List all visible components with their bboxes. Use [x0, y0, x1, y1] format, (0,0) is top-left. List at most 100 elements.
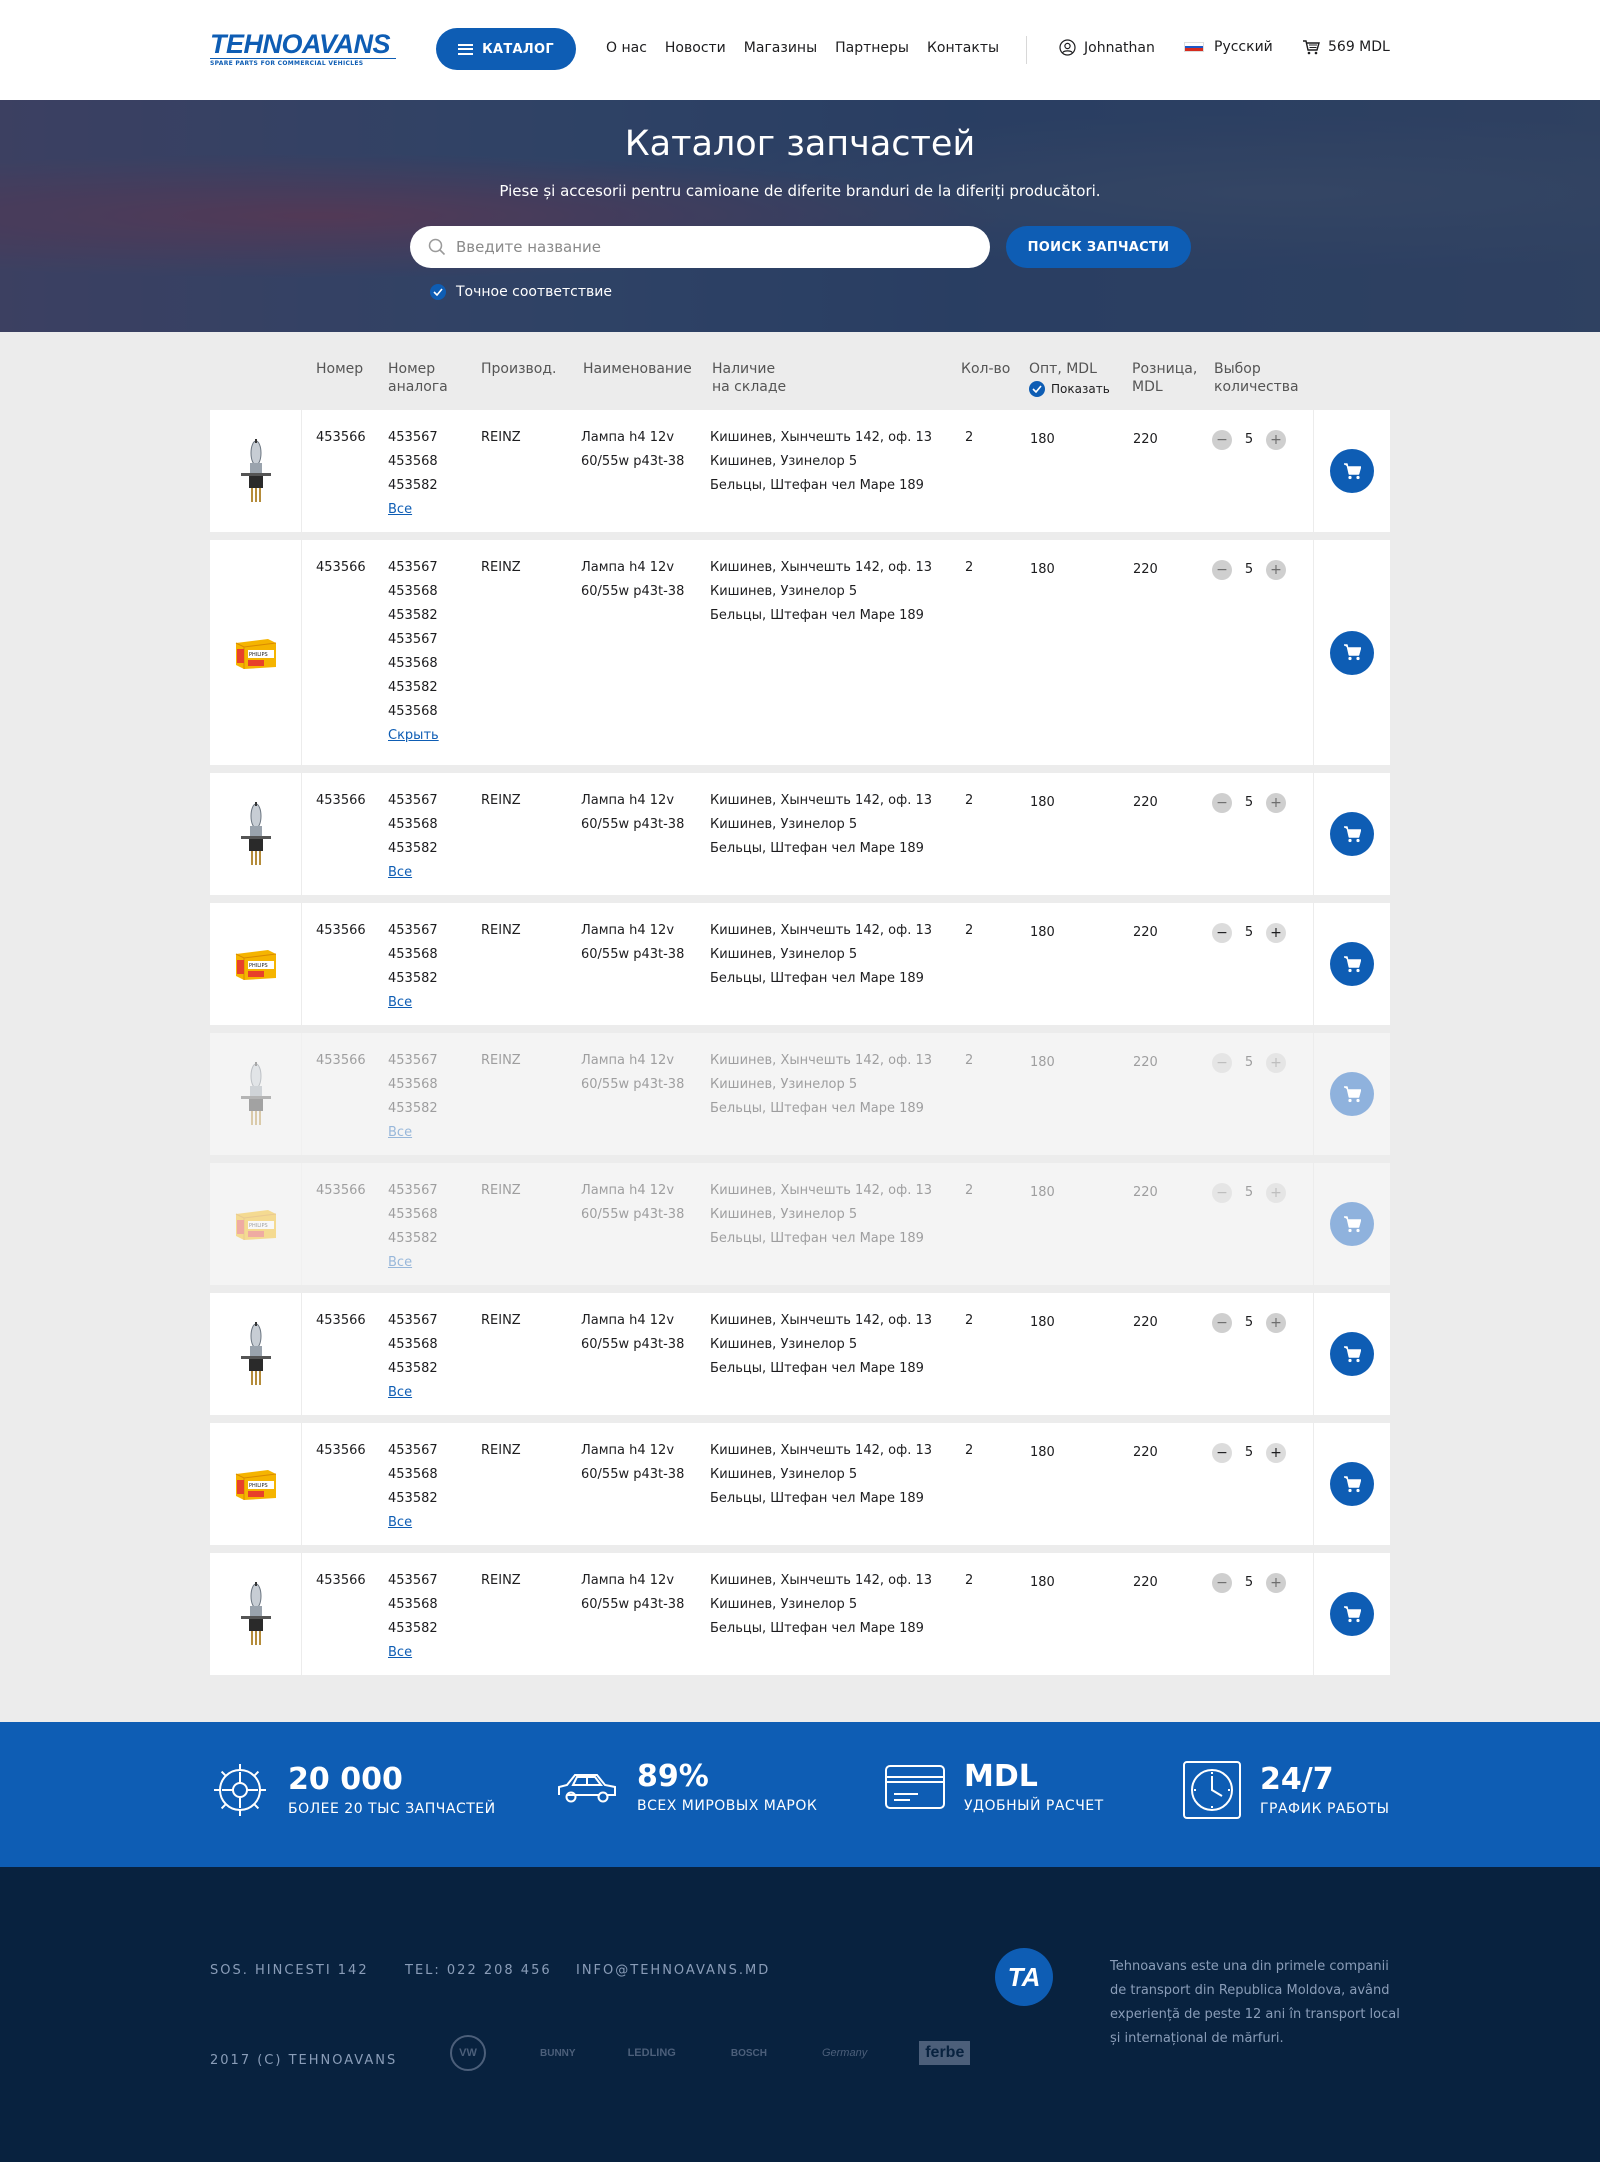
increase-qty-button[interactable]: + — [1266, 1313, 1286, 1333]
add-to-cart-button[interactable] — [1330, 449, 1374, 493]
analog-number[interactable]: 453568 — [388, 652, 439, 676]
decrease-qty-button[interactable]: − — [1212, 430, 1232, 450]
selected-qty[interactable]: 5 — [1242, 1181, 1256, 1205]
increase-qty-button[interactable]: + — [1266, 793, 1286, 813]
analog-number[interactable]: 453582 — [388, 676, 439, 700]
toggle-analogs-link[interactable]: Все — [388, 995, 412, 1010]
analog-number[interactable]: 453568 — [388, 700, 439, 724]
product-image[interactable]: PHILIPS — [210, 1163, 302, 1285]
analog-number[interactable]: 453582 — [388, 604, 439, 628]
increase-qty-button[interactable]: + — [1266, 1183, 1286, 1203]
cart-summary[interactable]: 569 MDL — [1302, 39, 1390, 55]
analog-number[interactable]: 453568 — [388, 1203, 438, 1227]
selected-qty[interactable]: 5 — [1242, 558, 1256, 582]
add-to-cart-button[interactable] — [1330, 630, 1374, 675]
decrease-qty-button[interactable]: − — [1212, 1443, 1232, 1463]
product-image[interactable] — [210, 410, 302, 532]
toggle-analogs-link[interactable]: Все — [388, 502, 412, 517]
toggle-analogs-link[interactable]: Все — [388, 1255, 412, 1270]
nav-partners[interactable]: Партнеры — [835, 40, 909, 56]
toggle-analogs-link[interactable]: Все — [388, 1515, 412, 1530]
analog-number[interactable]: 453568 — [388, 943, 438, 967]
selected-qty[interactable]: 5 — [1242, 791, 1256, 815]
increase-qty-button[interactable]: + — [1266, 560, 1286, 580]
add-to-cart-button[interactable] — [1330, 1072, 1374, 1116]
search-button[interactable]: ПОИСК ЗАПЧАСТИ — [1006, 226, 1191, 268]
analog-number[interactable]: 453582 — [388, 1097, 438, 1121]
product-image[interactable] — [210, 773, 302, 895]
increase-qty-button[interactable]: + — [1266, 1573, 1286, 1593]
logo[interactable]: TEHNOAVANS SPARE PARTS FOR COMMERCIAL VE… — [210, 31, 396, 67]
analog-number[interactable]: 453582 — [388, 967, 438, 991]
analog-number[interactable]: 453567 — [388, 1439, 438, 1463]
analog-number[interactable]: 453568 — [388, 813, 438, 837]
toggle-analogs-link[interactable]: Все — [388, 865, 412, 880]
add-to-cart-button[interactable] — [1330, 1202, 1374, 1246]
search-input[interactable] — [456, 238, 936, 256]
brand-germany[interactable]: Germany — [822, 2047, 867, 2059]
analog-number[interactable]: 453567 — [388, 1049, 438, 1073]
add-to-cart-button[interactable] — [1330, 942, 1374, 986]
analog-number[interactable]: 453567 — [388, 628, 439, 652]
analog-number[interactable]: 453582 — [388, 474, 438, 498]
footer-email[interactable]: INFO@TEHNOAVANS.MD — [576, 1963, 770, 1978]
add-to-cart-button[interactable] — [1330, 1332, 1374, 1376]
increase-qty-button[interactable]: + — [1266, 923, 1286, 943]
user-menu[interactable]: Johnathan — [1059, 39, 1155, 56]
decrease-qty-button[interactable]: − — [1212, 1313, 1232, 1333]
product-image[interactable]: PHILIPS — [210, 903, 302, 1025]
decrease-qty-button[interactable]: − — [1212, 1183, 1232, 1203]
brand-ferbe[interactable]: ferbe — [919, 2041, 971, 2065]
brand-bunny[interactable]: BUNNY — [540, 2048, 576, 2059]
nav-about[interactable]: О нас — [606, 40, 647, 56]
footer-logo[interactable]: TA — [995, 1948, 1053, 2006]
add-to-cart-button[interactable] — [1330, 1462, 1374, 1506]
decrease-qty-button[interactable]: − — [1212, 1573, 1232, 1593]
brand-ledling[interactable]: LEDLING — [628, 2047, 676, 2059]
brand-vw[interactable]: VW — [450, 2035, 486, 2071]
analog-number[interactable]: 453582 — [388, 837, 438, 861]
decrease-qty-button[interactable]: − — [1212, 560, 1232, 580]
decrease-qty-button[interactable]: − — [1212, 1053, 1232, 1073]
increase-qty-button[interactable]: + — [1266, 1053, 1286, 1073]
selected-qty[interactable]: 5 — [1242, 428, 1256, 452]
decrease-qty-button[interactable]: − — [1212, 923, 1232, 943]
product-image[interactable] — [210, 1033, 302, 1155]
analog-number[interactable]: 453568 — [388, 1463, 438, 1487]
analog-number[interactable]: 453568 — [388, 1333, 438, 1357]
analog-number[interactable]: 453567 — [388, 919, 438, 943]
footer-phone[interactable]: TEL: 022 208 456 — [405, 1963, 552, 1978]
analog-number[interactable]: 453567 — [388, 1569, 438, 1593]
analog-number[interactable]: 453567 — [388, 556, 439, 580]
analog-number[interactable]: 453582 — [388, 1227, 438, 1251]
toggle-analogs-link[interactable]: Все — [388, 1125, 412, 1140]
show-opt-toggle[interactable]: Показать — [1029, 380, 1110, 398]
analog-number[interactable]: 453568 — [388, 450, 438, 474]
analog-number[interactable]: 453567 — [388, 426, 438, 450]
selected-qty[interactable]: 5 — [1242, 1051, 1256, 1075]
analog-number[interactable]: 453568 — [388, 580, 439, 604]
analog-number[interactable]: 453567 — [388, 1179, 438, 1203]
analog-number[interactable]: 453567 — [388, 789, 438, 813]
selected-qty[interactable]: 5 — [1242, 1441, 1256, 1465]
analog-number[interactable]: 453568 — [388, 1593, 438, 1617]
increase-qty-button[interactable]: + — [1266, 1443, 1286, 1463]
analog-number[interactable]: 453567 — [388, 1309, 438, 1333]
increase-qty-button[interactable]: + — [1266, 430, 1286, 450]
add-to-cart-button[interactable] — [1330, 812, 1374, 856]
language-selector[interactable]: Русский — [1184, 39, 1273, 55]
nav-news[interactable]: Новости — [665, 40, 726, 56]
nav-contacts[interactable]: Контакты — [927, 40, 999, 56]
analog-number[interactable]: 453582 — [388, 1617, 438, 1641]
product-image[interactable]: PHILIPS — [210, 540, 302, 765]
brand-bosch[interactable]: BOSCH — [731, 2048, 767, 2059]
toggle-analogs-link[interactable]: Скрыть — [388, 728, 439, 743]
selected-qty[interactable]: 5 — [1242, 1571, 1256, 1595]
toggle-analogs-link[interactable]: Все — [388, 1385, 412, 1400]
exact-match-checkbox[interactable]: Точное соответствие — [430, 284, 612, 300]
catalog-button[interactable]: КАТАЛОГ — [436, 28, 576, 70]
product-image[interactable] — [210, 1553, 302, 1675]
decrease-qty-button[interactable]: − — [1212, 793, 1232, 813]
selected-qty[interactable]: 5 — [1242, 1311, 1256, 1335]
selected-qty[interactable]: 5 — [1242, 921, 1256, 945]
